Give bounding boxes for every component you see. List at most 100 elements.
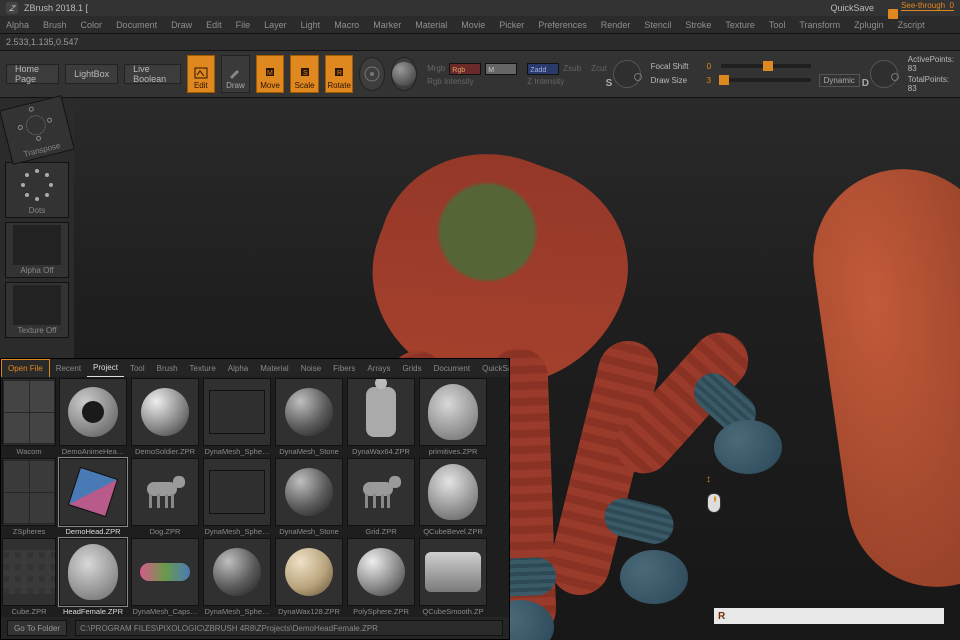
menu-edit[interactable]: Edit [206,20,222,30]
home-page-button[interactable]: Home Page [6,64,59,84]
transpose-tool[interactable]: Transpose [0,95,75,165]
thumb-label: QCubeBevel.ZPR [419,526,487,536]
lightbox-tab-recent[interactable]: Recent [50,359,87,377]
menu-texture[interactable]: Texture [725,20,755,30]
thumb-label: DynaMesh_Stone [275,526,343,536]
menu-macro[interactable]: Macro [334,20,359,30]
menu-picker[interactable]: Picker [499,20,524,30]
lightbox-tab-alpha[interactable]: Alpha [222,359,254,377]
lightbox-tab-grids[interactable]: Grids [397,359,428,377]
d-dial[interactable]: D [870,60,898,88]
rgb-toggle[interactable]: Rgb [449,63,481,75]
alpha-slot[interactable]: Alpha Off [5,222,69,278]
menu-tool[interactable]: Tool [769,20,786,30]
project-thumb[interactable]: DemoAnimeHea… [57,377,129,457]
menu-layer[interactable]: Layer [264,20,287,30]
title-bar: ZBrush 2018.1 [ QuickSave See-through 0 [0,0,960,16]
mrgb-toggle[interactable]: Mrgb [427,64,445,73]
menu-stencil[interactable]: Stencil [644,20,671,30]
menu-movie[interactable]: Movie [461,20,485,30]
project-thumb[interactable]: PolySphere.ZPR [345,537,417,617]
lightbox-tab-document[interactable]: Document [428,359,476,377]
texture-slot[interactable]: Texture Off [5,282,69,338]
project-thumb[interactable]: ZSpheres [1,457,57,537]
lightbox-tab-brush[interactable]: Brush [151,359,184,377]
project-thumb[interactable]: QCubeBevel.ZPR [417,457,489,537]
lightbox-tab-texture[interactable]: Texture [184,359,222,377]
live-boolean-button[interactable]: Live Boolean [124,64,180,84]
lightbox-tab-arrays[interactable]: Arrays [361,359,396,377]
menu-zplugin[interactable]: Zplugin [854,20,884,30]
mouse-cursor-icon [704,493,724,519]
menu-stroke[interactable]: Stroke [685,20,711,30]
dynamic-toggle[interactable]: Dynamic [819,74,860,87]
gizmo-circle-button[interactable] [359,57,385,91]
thumb-label: Dog.ZPR [131,526,199,536]
see-through-control[interactable]: See-through 0 [892,1,954,16]
menu-zscript[interactable]: Zscript [898,20,925,30]
dots-icon [21,169,53,201]
zsub-toggle[interactable]: Zsub [563,64,581,73]
menu-render[interactable]: Render [601,20,631,30]
lightbox-tab-tool[interactable]: Tool [124,359,151,377]
move-icon: M [262,66,278,80]
menu-light[interactable]: Light [301,20,321,30]
menu-marker[interactable]: Marker [373,20,401,30]
lightbox-tab-material[interactable]: Material [254,359,294,377]
project-thumb[interactable]: DynaMesh_Sphe… [201,457,273,537]
menu-brush[interactable]: Brush [43,20,67,30]
svg-text:M: M [267,70,273,77]
project-thumb[interactable]: DynaMesh_Stone [273,457,345,537]
project-thumb[interactable]: Cube.ZPR [1,537,57,617]
lightbox-tab-fibers[interactable]: Fibers [327,359,361,377]
stroke-dots[interactable]: Dots [5,162,69,218]
thumb-label: DynaMesh_Sphe… [203,446,271,456]
command-input[interactable]: R [714,608,944,624]
project-thumb[interactable]: HeadFemale.ZPR [57,537,129,617]
m-toggle[interactable]: M [485,63,517,75]
project-thumb[interactable]: DynaWax64.ZPR [345,377,417,457]
menu-file[interactable]: File [236,20,251,30]
lightbox-tab-project[interactable]: Project [87,359,124,377]
project-thumb[interactable]: DynaWax128.ZPR [273,537,345,617]
lightbox-tab-open-file[interactable]: Open File [1,359,50,377]
lightbox-tab-quicksave[interactable]: QuickSave [476,359,509,377]
target-icon [363,65,381,83]
draw-size-slider[interactable]: Draw Size 3 Dynamic [651,74,860,87]
project-thumb[interactable]: primitives.ZPR [417,377,489,457]
project-thumb[interactable]: Dog.ZPR [129,457,201,537]
quicksave-button[interactable]: QuickSave [830,3,874,13]
project-thumb[interactable]: DynaMesh_Stone [273,377,345,457]
project-thumb[interactable]: DemoSoldier.ZPR [129,377,201,457]
menu-document[interactable]: Document [116,20,157,30]
project-thumb[interactable]: DemoHead.ZPR [57,457,129,537]
project-thumb[interactable]: DynaMesh_Sphe… [201,377,273,457]
lightbox-tab-noise[interactable]: Noise [295,359,327,377]
project-thumb[interactable]: DynaMesh_Sphe… [201,537,273,617]
zcut-toggle[interactable]: Zcut [591,64,607,73]
menu-alpha[interactable]: Alpha [6,20,29,30]
zadd-toggle[interactable]: Zadd [527,63,559,75]
project-thumb[interactable]: DynaMesh_Caps… [129,537,201,617]
path-field[interactable]: C:\PROGRAM FILES\PIXOLOGIC\ZBRUSH 4R8\ZP… [75,620,503,636]
project-thumb[interactable]: QCubeSmooth.ZP [417,537,489,617]
scale-mode-button[interactable]: S Scale [290,55,319,93]
go-to-folder-button[interactable]: Go To Folder [7,620,67,636]
lightbox-button[interactable]: LightBox [65,64,118,84]
menu-draw[interactable]: Draw [171,20,192,30]
draw-mode-button[interactable]: Draw [221,55,250,93]
menu-transform[interactable]: Transform [799,20,840,30]
coordinates-readout: 2.533,1.135,0.547 [0,34,960,50]
project-thumb[interactable]: Grid.ZPR [345,457,417,537]
edit-mode-button[interactable]: Edit [187,55,216,93]
sphere-material-button[interactable] [391,57,417,91]
menu-preferences[interactable]: Preferences [538,20,587,30]
rotate-mode-button[interactable]: R Rotate [325,55,354,93]
menu-color[interactable]: Color [81,20,103,30]
project-thumb[interactable]: Wacom [1,377,57,457]
menu-material[interactable]: Material [415,20,447,30]
s-dial[interactable]: S [613,60,641,88]
app-logo-icon [6,2,18,14]
move-mode-button[interactable]: M Move [256,55,285,93]
focal-shift-slider[interactable]: Focal Shift 0 [651,62,860,71]
